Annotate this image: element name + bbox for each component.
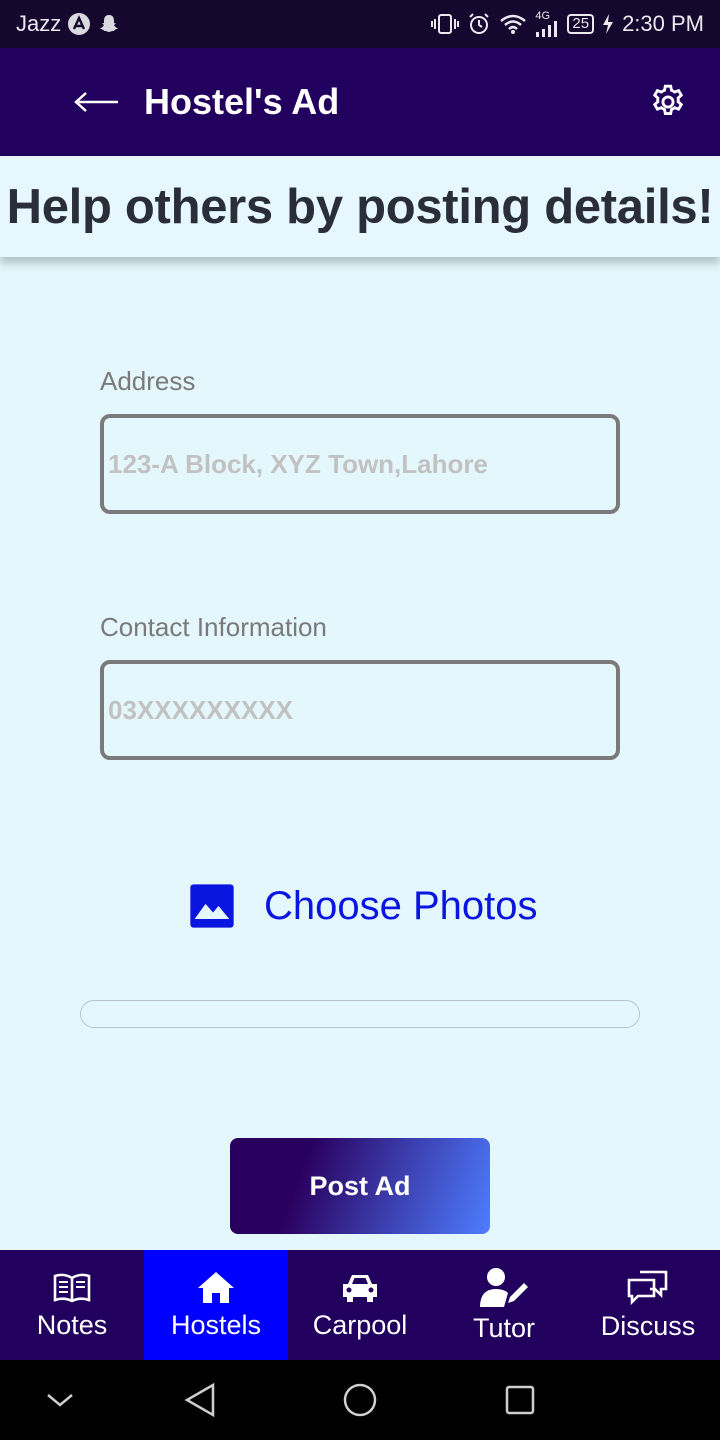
address-input[interactable] [108,448,616,480]
home-nav-button[interactable] [336,1376,384,1424]
a-circle-icon [67,12,91,36]
clock: 2:30 PM [622,11,704,36]
nav-label-tutor: Tutor [472,1312,535,1343]
back-nav-button[interactable] [176,1376,224,1424]
charging-icon [602,13,614,35]
vibrate-icon [431,12,460,36]
battery-icon: 25 [567,14,595,34]
nav-label-hostels: Hostels [170,1309,262,1340]
bottom-nav: Notes Hostels Carpool Tutor Discuss [0,1250,720,1360]
recents-nav-button[interactable] [496,1376,544,1424]
status-bar: Jazz 4G 25 2:30 PM [0,0,720,48]
settings-button[interactable] [642,76,694,128]
post-ad-button[interactable]: Post Ad [230,1138,490,1234]
nav-item-carpool[interactable]: Carpool [288,1250,432,1360]
image-icon [186,880,238,932]
address-field-box [100,414,620,514]
choose-photos-button[interactable]: Choose Photos [186,876,538,936]
banner-heading: Help others by posting details! [6,180,714,234]
upload-progress-bar [80,1000,640,1028]
nav-label-notes: Notes [36,1309,108,1340]
back-button[interactable] [68,78,124,126]
arrow-left-icon [72,90,120,114]
square-recents-icon [504,1384,536,1416]
wifi-icon [499,12,527,36]
nav-item-notes[interactable]: Notes [0,1250,144,1360]
address-label: Address [100,366,196,396]
system-nav-bar [0,1360,720,1440]
network-type: 4G [535,10,551,22]
nav-item-discuss[interactable]: Discuss [576,1250,720,1360]
page-title: Hostel's Ad [144,81,340,122]
nav-item-tutor[interactable]: Tutor [432,1250,576,1360]
signal-icon: 4G [535,11,559,37]
alarm-icon [467,12,491,36]
car-icon [339,1270,381,1304]
contact-field-box [100,660,620,760]
home-icon [196,1270,236,1304]
snapchat-icon [97,12,121,36]
user-edit-icon [478,1267,530,1307]
hide-keyboard-button[interactable] [36,1376,84,1424]
carrier-name: Jazz [16,11,62,36]
info-banner: Help others by posting details! [0,157,720,257]
contact-input[interactable] [108,694,616,726]
book-icon [52,1270,92,1304]
gear-icon [649,83,687,121]
contact-label: Contact Information [100,612,327,642]
triangle-back-icon [183,1382,217,1418]
nav-item-hostels[interactable]: Hostels [144,1250,288,1360]
comments-icon [626,1269,670,1305]
nav-label-carpool: Carpool [312,1309,408,1340]
chevron-down-icon [45,1390,75,1410]
choose-photos-label: Choose Photos [264,883,538,928]
circle-home-icon [342,1382,378,1418]
nav-label-discuss: Discuss [600,1310,696,1341]
app-bar: Hostel's Ad [0,48,720,156]
